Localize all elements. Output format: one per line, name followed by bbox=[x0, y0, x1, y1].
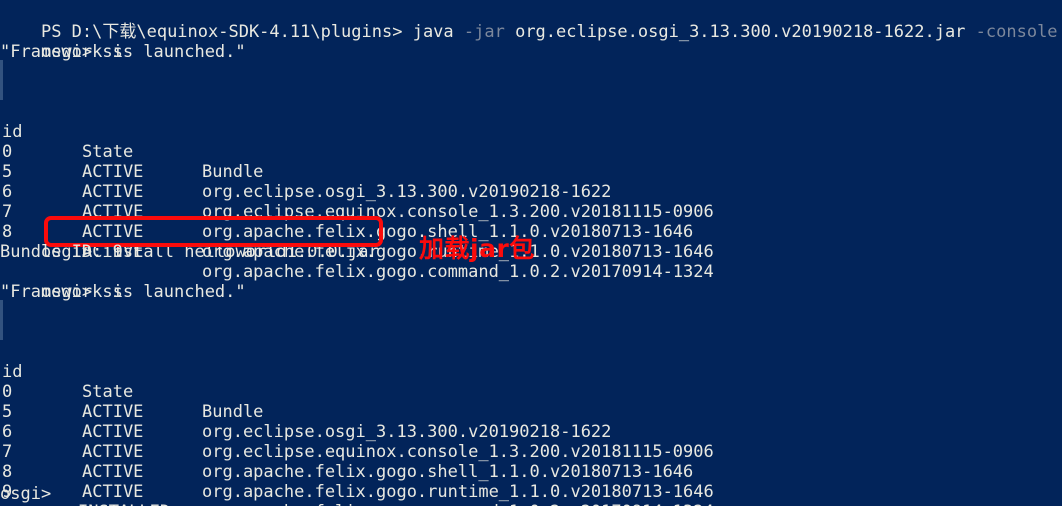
cell-bundle: org.apache.felix.gogo.runtime_1.1.0.v201… bbox=[202, 482, 714, 502]
cell-state: ACTIVE bbox=[82, 482, 144, 502]
cell-state: ACTIVE bbox=[82, 402, 144, 422]
header-state: State bbox=[82, 142, 134, 162]
cell-bundle: org.apache.felix.gogo.command_1.0.2.v201… bbox=[202, 502, 714, 506]
table-row: 6 ACTIVE org.apache.felix.gogo.shell_1.1… bbox=[0, 402, 693, 482]
jar-filename: org.eclipse.osgi_3.13.300.v20190218-1622… bbox=[504, 22, 976, 42]
table-row: 0 ACTIVE org.eclipse.osgi_3.13.300.v2019… bbox=[0, 122, 611, 202]
table-row: 6 ACTIVE org.apache.felix.gogo.shell_1.1… bbox=[0, 162, 693, 242]
cell-bundle: org.eclipse.osgi_3.13.300.v20190218-1622 bbox=[202, 422, 612, 442]
cell-bundle: org.apache.felix.gogo.shell_1.1.0.v20180… bbox=[202, 462, 694, 482]
terminal-window[interactable]: PS D:\下载\equinox-SDK-4.11\plugins> java … bbox=[0, 0, 1062, 506]
header-bundle: Bundle bbox=[202, 162, 264, 182]
cell-state: ACTIVE bbox=[82, 422, 144, 442]
framework-launched-message-2: "Framework is launched." bbox=[0, 282, 246, 302]
table-header-row: id State Bundle bbox=[0, 102, 263, 182]
table-row: 8 ACTIVE org.apache.felix.gogo.command_1… bbox=[0, 442, 714, 506]
bundle-id-line: Bundle ID: 9 bbox=[0, 242, 123, 262]
cell-state: ACTIVE bbox=[82, 442, 144, 462]
cell-bundle: org.eclipse.osgi_3.13.300.v20190218-1622 bbox=[202, 182, 612, 202]
header-bundle: Bundle bbox=[202, 402, 264, 422]
annotation-label: 加载jar包 bbox=[419, 234, 535, 263]
header-state: State bbox=[82, 382, 134, 402]
table-header-row: id State Bundle bbox=[0, 342, 263, 422]
table-row: 5 ACTIVE org.eclipse.equinox.console_1.3… bbox=[0, 142, 714, 222]
cell-state: ACTIVE bbox=[82, 182, 144, 202]
table-row: 9 INSTALLED hello_1.0.0 bbox=[0, 462, 170, 506]
table-row: 7 ACTIVE org.apache.felix.gogo.runtime_1… bbox=[0, 422, 714, 502]
table-row: 0 ACTIVE org.eclipse.osgi_3.13.300.v2019… bbox=[0, 362, 611, 442]
cell-state: ACTIVE bbox=[82, 462, 144, 482]
framework-launched-message-1: "Framework is launched." bbox=[0, 42, 246, 62]
table-row: 5 ACTIVE org.eclipse.equinox.console_1.3… bbox=[0, 382, 714, 462]
cell-state: INSTALLED bbox=[78, 502, 170, 506]
cell-bundle: org.eclipse.equinox.console_1.3.200.v201… bbox=[202, 442, 714, 462]
jar-flag: -jar bbox=[463, 22, 505, 42]
table-row: 8 ACTIVE org.apache.felix.gogo.command_1… bbox=[0, 202, 714, 282]
final-osgi-prompt[interactable]: osgi> bbox=[0, 484, 51, 504]
cell-state: ACTIVE bbox=[82, 162, 144, 182]
table-row: 7 ACTIVE org.apache.felix.gogo.runtime_1… bbox=[0, 182, 714, 262]
console-flag: -console bbox=[975, 22, 1058, 42]
java-command: java bbox=[402, 22, 464, 42]
